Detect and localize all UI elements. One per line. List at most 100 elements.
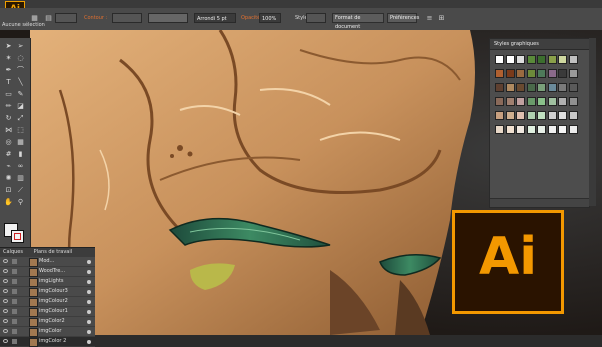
visibility-eye-icon[interactable] <box>3 319 8 323</box>
shape-builder-tool-icon[interactable]: ◎ <box>4 138 13 147</box>
style-select[interactable] <box>306 13 326 23</box>
width-tool-icon[interactable]: ⋈ <box>4 126 13 135</box>
rotate-tool-icon[interactable]: ↻ <box>4 114 13 123</box>
graphic-style-swatch[interactable] <box>547 97 557 106</box>
graphic-style-swatch[interactable] <box>526 125 536 134</box>
graphic-style-swatch[interactable] <box>516 69 525 78</box>
graphic-style-swatch[interactable] <box>537 69 546 78</box>
target-circle-icon[interactable] <box>87 260 91 264</box>
graphic-style-swatch[interactable] <box>526 97 536 106</box>
layer-row[interactable]: imgColour3 <box>0 287 95 297</box>
graphic-style-swatch[interactable] <box>505 69 515 78</box>
magic-wand-tool-icon[interactable]: ✶ <box>4 54 13 63</box>
arrange-documents-icon[interactable]: ▤ <box>44 14 53 23</box>
visibility-eye-icon[interactable] <box>3 299 8 303</box>
lasso-tool-icon[interactable]: ◌ <box>16 54 25 63</box>
document-format-button[interactable]: Format de document <box>332 13 384 30</box>
lock-icon[interactable] <box>12 339 17 344</box>
target-circle-icon[interactable] <box>87 300 91 304</box>
graphic-style-swatch[interactable] <box>495 125 504 134</box>
target-circle-icon[interactable] <box>87 340 91 344</box>
graphic-style-swatch[interactable] <box>537 111 546 120</box>
graphic-style-swatch[interactable] <box>526 111 536 120</box>
graphic-style-swatch[interactable] <box>505 97 515 106</box>
fill-color-select[interactable] <box>55 13 77 23</box>
free-transform-tool-icon[interactable]: ⬚ <box>16 126 25 135</box>
tab-layers[interactable]: Calques <box>3 249 23 255</box>
lock-icon[interactable] <box>12 299 17 304</box>
stroke-weight-input[interactable] <box>112 13 142 23</box>
lock-icon[interactable] <box>12 319 17 324</box>
graphic-style-swatch[interactable] <box>537 125 546 134</box>
graphic-style-swatch[interactable] <box>568 111 578 120</box>
graphic-style-swatch[interactable] <box>558 111 567 120</box>
graphic-style-swatch[interactable] <box>547 69 557 78</box>
graphic-style-swatch[interactable] <box>495 55 504 64</box>
rectangle-tool-icon[interactable]: ▭ <box>4 90 13 99</box>
graphic-style-swatch[interactable] <box>537 83 546 92</box>
target-circle-icon[interactable] <box>87 270 91 274</box>
graphic-style-swatch[interactable] <box>495 83 504 92</box>
graphic-style-swatch[interactable] <box>558 97 567 106</box>
graphic-style-swatch[interactable] <box>516 125 525 134</box>
graphic-style-swatch[interactable] <box>558 69 567 78</box>
layer-row[interactable]: Mod... <box>0 257 95 267</box>
eraser-tool-icon[interactable]: ◪ <box>16 102 25 111</box>
target-circle-icon[interactable] <box>87 280 91 284</box>
graphic-style-swatch[interactable] <box>505 55 515 64</box>
mesh-tool-icon[interactable]: # <box>4 150 13 159</box>
pencil-tool-icon[interactable]: ✏ <box>4 102 13 111</box>
brush-select[interactable]: Arrondi 5 pt <box>194 13 236 23</box>
graphic-style-swatch[interactable] <box>526 55 536 64</box>
variable-width-select[interactable] <box>148 13 188 23</box>
graphic-style-swatch[interactable] <box>537 97 546 106</box>
layer-row[interactable]: imgColour1 <box>0 307 95 317</box>
opacity-input[interactable]: 100% <box>259 13 281 23</box>
graphic-style-swatch[interactable] <box>495 69 504 78</box>
gradient-tool-icon[interactable]: ▮ <box>16 150 25 159</box>
graphic-style-swatch[interactable] <box>568 83 578 92</box>
graphic-styles-tab[interactable]: Styles graphiques <box>490 39 589 50</box>
lock-icon[interactable] <box>12 279 17 284</box>
target-circle-icon[interactable] <box>87 290 91 294</box>
graphic-style-swatch[interactable] <box>537 55 546 64</box>
graphic-style-swatch[interactable] <box>558 55 567 64</box>
layer-row[interactable]: imgLights <box>0 277 95 287</box>
graphic-style-swatch[interactable] <box>516 111 525 120</box>
visibility-eye-icon[interactable] <box>3 309 8 313</box>
layer-row[interactable]: WoodTre... <box>0 267 95 277</box>
graph-tool-icon[interactable]: ▥ <box>16 174 25 183</box>
lock-icon[interactable] <box>12 309 17 314</box>
graphic-style-swatch[interactable] <box>568 55 578 64</box>
graphic-style-swatch[interactable] <box>568 125 578 134</box>
selection-tool-icon[interactable]: ➤ <box>4 42 13 51</box>
pen-tool-icon[interactable]: ✒ <box>4 66 13 75</box>
layer-row[interactable]: imgColor 2 <box>0 337 95 347</box>
symbol-sprayer-tool-icon[interactable]: ✺ <box>4 174 13 183</box>
graphic-style-swatch[interactable] <box>505 111 515 120</box>
graphic-style-swatch[interactable] <box>495 97 504 106</box>
graphic-style-swatch[interactable] <box>547 83 557 92</box>
graphic-style-swatch[interactable] <box>558 83 567 92</box>
graphic-style-swatch[interactable] <box>568 69 578 78</box>
perspective-grid-tool-icon[interactable]: ▦ <box>16 138 25 147</box>
styles-scrollbar[interactable] <box>589 38 596 206</box>
lock-icon[interactable] <box>12 259 17 264</box>
target-circle-icon[interactable] <box>87 320 91 324</box>
stroke-swatch[interactable] <box>11 230 24 243</box>
graphic-style-swatch[interactable] <box>526 69 536 78</box>
visibility-eye-icon[interactable] <box>3 339 8 343</box>
slice-tool-icon[interactable]: ⟋ <box>16 186 25 195</box>
visibility-eye-icon[interactable] <box>3 329 8 333</box>
visibility-eye-icon[interactable] <box>3 259 8 263</box>
visibility-eye-icon[interactable] <box>3 269 8 273</box>
line-tool-icon[interactable]: ╲ <box>16 78 25 87</box>
graphic-style-swatch[interactable] <box>516 97 525 106</box>
tab-artboards[interactable]: Plans de travail <box>34 249 73 255</box>
graphic-style-swatch[interactable] <box>547 55 557 64</box>
graphic-style-swatch[interactable] <box>505 125 515 134</box>
graphic-style-swatch[interactable] <box>516 83 525 92</box>
graphic-style-swatch[interactable] <box>505 83 515 92</box>
lock-icon[interactable] <box>12 269 17 274</box>
layer-row[interactable]: imgColor <box>0 327 95 337</box>
